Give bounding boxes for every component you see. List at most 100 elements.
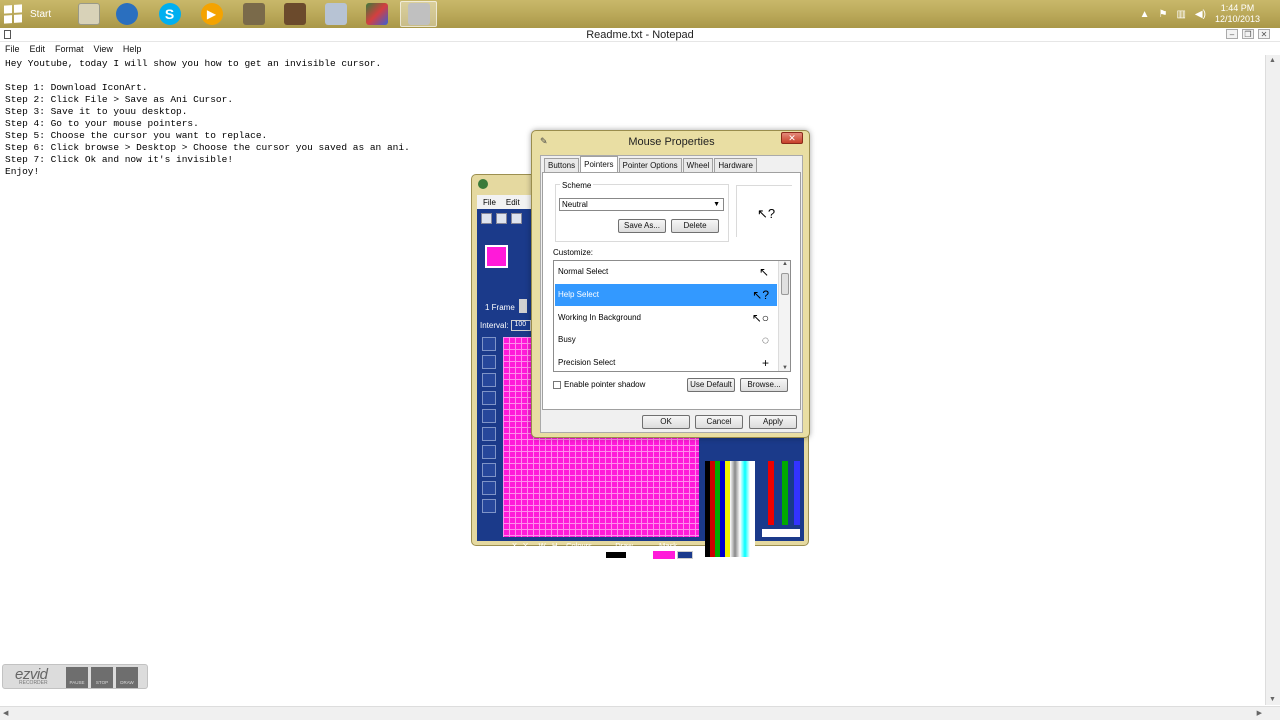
white-swatch[interactable] bbox=[762, 529, 800, 537]
taskbar-minecraft[interactable] bbox=[276, 1, 313, 27]
list-item-label: Help Select bbox=[558, 290, 599, 299]
close-icon[interactable]: ✕ bbox=[1258, 29, 1270, 39]
tab-wheel[interactable]: Wheel bbox=[682, 158, 714, 172]
list-item[interactable]: Normal Select ↖ bbox=[555, 261, 777, 283]
select-icon[interactable] bbox=[482, 481, 496, 495]
line-icon[interactable] bbox=[482, 355, 496, 369]
maximize-icon[interactable]: ❐ bbox=[1242, 29, 1254, 39]
draw-color-black[interactable] bbox=[605, 551, 627, 559]
list-item[interactable]: Precision Select + bbox=[555, 352, 777, 371]
ezvid-sub: RECORDER bbox=[19, 680, 48, 686]
new-icon[interactable] bbox=[481, 213, 492, 224]
pause-button[interactable]: PAUSE bbox=[66, 667, 88, 688]
menu-help[interactable]: Help bbox=[123, 44, 142, 54]
notepad-horizontal-scrollbar[interactable]: ◀ ▶ bbox=[0, 706, 1280, 720]
color-palette-extra[interactable] bbox=[760, 461, 800, 525]
interval-input[interactable]: 100 bbox=[511, 320, 532, 331]
save-as-button[interactable]: Save As... bbox=[618, 219, 666, 233]
taskbar-file-explorer[interactable] bbox=[70, 1, 107, 27]
filled-rectangle-icon[interactable] bbox=[482, 391, 496, 405]
draw-button[interactable]: DRAW bbox=[116, 667, 138, 688]
list-item-selected[interactable]: Help Select ↖? bbox=[555, 284, 777, 306]
current-color-swatch[interactable] bbox=[485, 245, 508, 268]
checkbox-box[interactable] bbox=[553, 380, 561, 389]
mask-color-transparent[interactable] bbox=[677, 551, 693, 559]
taskbar-media-player[interactable]: ▶ bbox=[193, 1, 230, 27]
list-item-label: Working In Background bbox=[558, 313, 642, 322]
customize-label: Customize: bbox=[553, 248, 594, 257]
taskbar-skype[interactable]: S bbox=[151, 1, 188, 27]
busy-cursor-icon: ◌ bbox=[761, 333, 769, 347]
menu-edit[interactable]: Edit bbox=[30, 44, 46, 54]
iconart-menu-file[interactable]: File bbox=[483, 198, 496, 207]
scroll-up-icon[interactable]: ▲ bbox=[782, 261, 788, 267]
text-icon[interactable] bbox=[482, 499, 496, 513]
scroll-thumb[interactable] bbox=[781, 273, 789, 295]
tab-pointer-options[interactable]: Pointer Options bbox=[618, 158, 682, 172]
eyedropper-icon[interactable] bbox=[482, 463, 496, 477]
copy-icon[interactable] bbox=[511, 213, 522, 224]
start-button[interactable]: Start bbox=[4, 2, 64, 26]
scroll-left-icon[interactable]: ◀ bbox=[3, 709, 8, 717]
menu-file[interactable]: File bbox=[5, 44, 20, 54]
ellipse-icon[interactable] bbox=[482, 409, 496, 423]
taskbar-iconart[interactable] bbox=[400, 1, 437, 27]
browse-button[interactable]: Browse... bbox=[740, 378, 788, 392]
tab-hardware[interactable]: Hardware bbox=[714, 158, 758, 172]
scheme-dropdown[interactable]: Neutral ▼ bbox=[559, 198, 724, 211]
menu-view[interactable]: View bbox=[94, 44, 113, 54]
menu-format[interactable]: Format bbox=[55, 44, 84, 54]
scroll-down-icon[interactable]: ▼ bbox=[1269, 696, 1276, 703]
list-scrollbar[interactable]: ▲ ▼ bbox=[778, 261, 790, 371]
list-item[interactable]: Working In Background ↖○ bbox=[555, 307, 777, 329]
list-item[interactable]: Busy ◌ bbox=[555, 329, 777, 351]
flag-icon[interactable]: ⚑ bbox=[1159, 9, 1168, 20]
use-default-button[interactable]: Use Default bbox=[687, 378, 735, 392]
frame-selector[interactable] bbox=[519, 299, 527, 313]
pointer-shadow-checkbox[interactable]: Enable pointer shadow bbox=[553, 380, 645, 389]
zoom-icon[interactable] bbox=[496, 213, 507, 224]
notepad-vertical-scrollbar[interactable]: ▲ ▼ bbox=[1265, 55, 1280, 705]
apply-button[interactable]: Apply bbox=[749, 415, 797, 429]
rectangle-icon[interactable] bbox=[482, 373, 496, 387]
taskbar-gimp[interactable] bbox=[235, 1, 272, 27]
scroll-down-icon[interactable]: ▼ bbox=[782, 365, 788, 371]
scroll-right-icon[interactable]: ▶ bbox=[1257, 709, 1262, 717]
mask-label: Mask bbox=[659, 541, 677, 550]
iconart-statusbar: X , Y (17,1) W , H (0,0) Colours 1 Draw … bbox=[503, 541, 703, 561]
colours-label: Colours bbox=[566, 541, 592, 550]
fill-icon[interactable] bbox=[482, 445, 496, 459]
mask-color-magenta[interactable] bbox=[653, 551, 675, 559]
iconart-menu-edit[interactable]: Edit bbox=[506, 198, 520, 207]
windows-logo-icon bbox=[4, 4, 22, 24]
tab-pointers[interactable]: Pointers bbox=[580, 156, 618, 172]
draw-color-white[interactable] bbox=[629, 551, 651, 559]
start-label: Start bbox=[30, 8, 52, 20]
interval-control: Interval: 100 bbox=[480, 320, 532, 331]
color-palette[interactable] bbox=[705, 461, 755, 557]
delete-button[interactable]: Delete bbox=[671, 219, 719, 233]
minimize-icon[interactable]: – bbox=[1226, 29, 1238, 39]
tab-strip: Buttons Pointers Pointer Options Wheel H… bbox=[544, 156, 758, 172]
ok-button[interactable]: OK bbox=[642, 415, 690, 429]
stop-button[interactable]: STOP bbox=[91, 667, 113, 688]
list-item-label: Precision Select bbox=[558, 358, 616, 367]
scroll-up-icon[interactable]: ▲ bbox=[1269, 57, 1276, 64]
taskbar-browser[interactable] bbox=[108, 1, 145, 27]
clock[interactable]: 1:44 PM 12/10/2013 bbox=[1215, 3, 1260, 25]
cursor-list[interactable]: Normal Select ↖ Help Select ↖? Working I… bbox=[553, 260, 791, 372]
chevron-up-icon[interactable]: ▲ bbox=[1140, 9, 1150, 20]
volume-icon[interactable]: ◀) bbox=[1195, 9, 1206, 20]
help-cursor-icon: ↖? bbox=[757, 206, 776, 221]
taskbar-notepad[interactable] bbox=[317, 1, 354, 27]
notepad-text-area[interactable]: Hey Youtube, today I will show you how t… bbox=[5, 58, 410, 178]
filled-ellipse-icon[interactable] bbox=[482, 427, 496, 441]
cancel-button[interactable]: Cancel bbox=[695, 415, 743, 429]
taskbar-paint[interactable] bbox=[358, 1, 395, 27]
tab-buttons[interactable]: Buttons bbox=[544, 158, 580, 172]
close-button[interactable]: ✕ bbox=[781, 132, 803, 144]
precision-select-cursor-icon: + bbox=[761, 356, 769, 370]
network-icon[interactable]: ▥ bbox=[1176, 9, 1185, 20]
clock-time: 1:44 PM bbox=[1220, 3, 1255, 13]
pencil-icon[interactable] bbox=[482, 337, 496, 351]
